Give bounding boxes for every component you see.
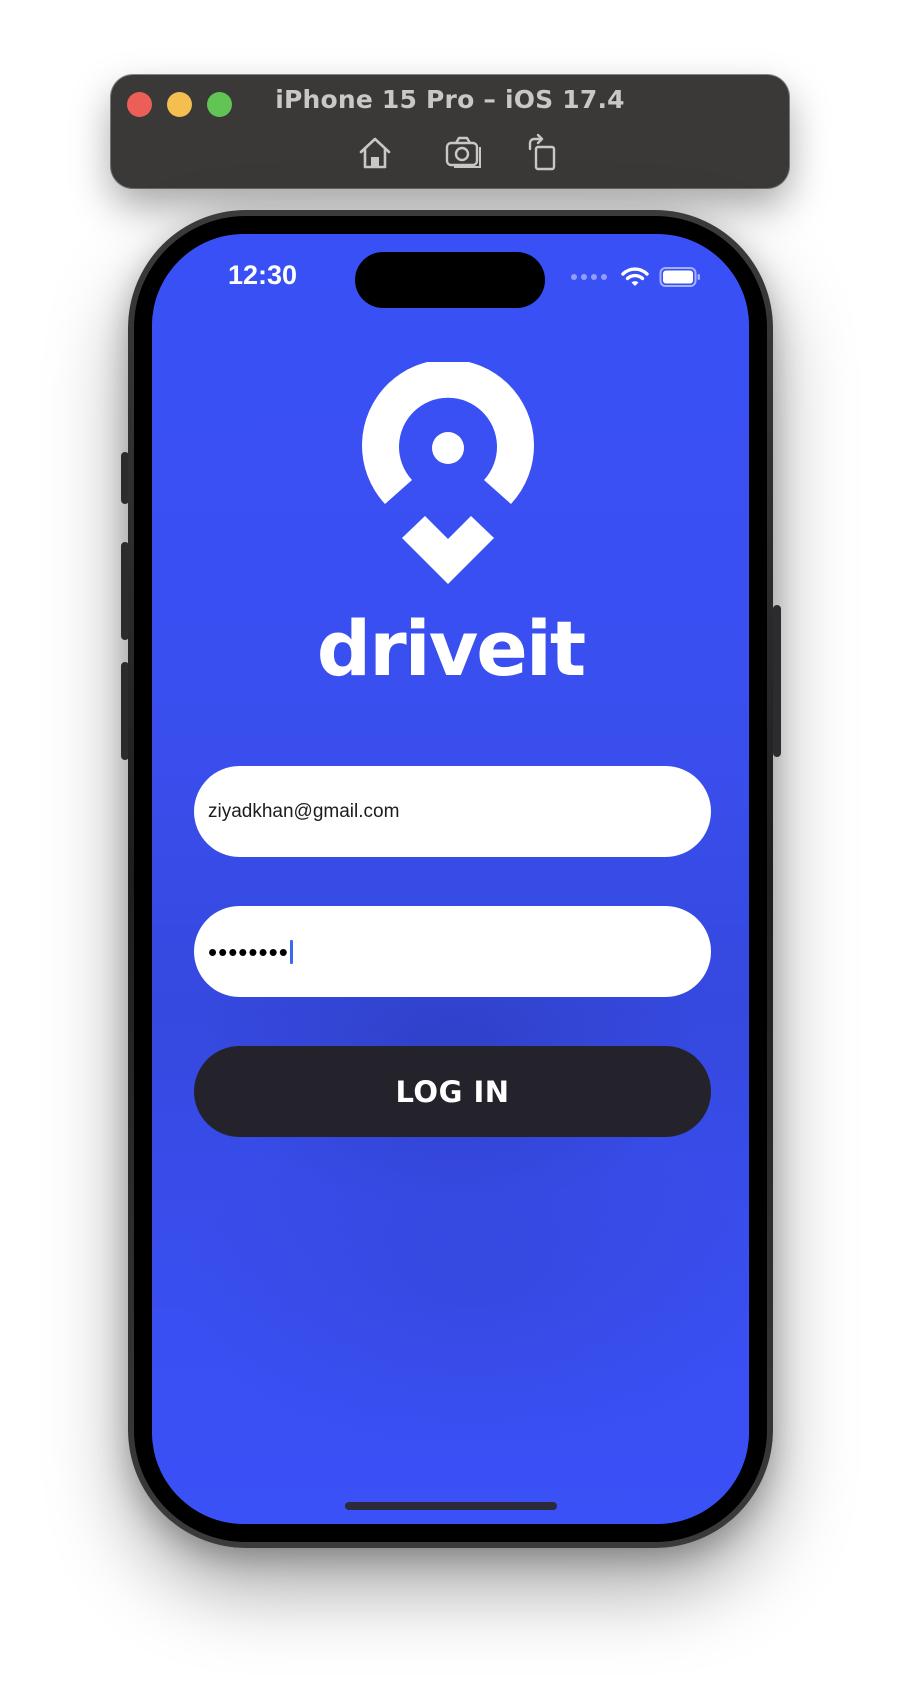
brand-name: driveit [316, 604, 586, 693]
battery-icon [659, 266, 701, 288]
status-time: 12:30 [228, 260, 298, 290]
password-field[interactable]: •••••••• [194, 906, 711, 997]
status-icons [571, 266, 701, 288]
email-value: ziyadkhan@gmail.com [208, 800, 400, 822]
text-cursor [289, 939, 293, 964]
rotate-icon[interactable] [524, 133, 564, 173]
simulator-toolbar: iPhone 15 Pro – iOS 17.4 [111, 75, 789, 188]
power-button [773, 605, 781, 757]
wifi-icon [621, 266, 649, 288]
dynamic-island [355, 252, 545, 308]
email-field[interactable]: ziyadkhan@gmail.com [194, 766, 711, 857]
simulator-title: iPhone 15 Pro – iOS 17.4 [275, 85, 625, 114]
password-value: •••••••• [208, 936, 289, 967]
login-button[interactable]: LOG IN [194, 1046, 711, 1137]
camera-icon[interactable] [444, 133, 484, 173]
home-icon[interactable] [355, 133, 395, 173]
location-pin-icon [342, 362, 554, 602]
app-screen: 12:30 driveit ziyadkhan@gmail.com ••••••… [152, 234, 749, 1524]
signal-icon [571, 274, 607, 280]
home-indicator[interactable] [345, 1502, 557, 1510]
